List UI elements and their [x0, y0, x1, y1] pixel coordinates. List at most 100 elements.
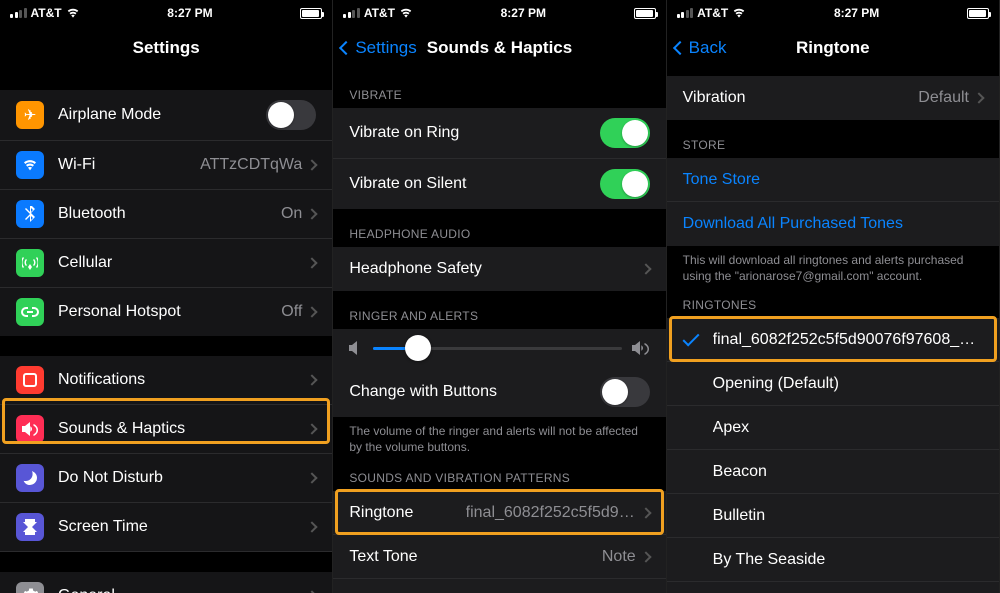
row-general[interactable]: General — [0, 572, 332, 593]
label: Wi-Fi — [58, 156, 200, 174]
row-download-all[interactable]: Download All Purchased Tones — [667, 202, 999, 246]
row-vibration[interactable]: Vibration Default — [667, 76, 999, 120]
value: On — [281, 205, 302, 223]
value: Off — [281, 303, 302, 321]
value: Note — [602, 548, 636, 566]
carrier-label: AT&T — [697, 6, 728, 20]
row-ringtone-option[interactable]: By The Seaside — [667, 538, 999, 582]
chevron-right-icon — [307, 374, 318, 385]
battery-icon — [634, 8, 656, 19]
row-ringtone-option[interactable]: Beacon — [667, 450, 999, 494]
chevron-right-icon — [640, 507, 651, 518]
chevron-right-icon — [307, 159, 318, 170]
time-label: 8:27 PM — [834, 6, 879, 20]
volume-low-icon — [349, 341, 363, 355]
label: Vibrate on Silent — [349, 175, 599, 193]
label: Screen Time — [58, 518, 308, 536]
row-ringtone-option[interactable]: Chimes — [667, 582, 999, 593]
navbar: Settings Sounds & Haptics — [333, 26, 665, 70]
row-new-voicemail[interactable]: New Voicemail Keys — [333, 579, 665, 593]
settings-list[interactable]: ✈︎ Airplane Mode Wi-Fi ATTzCDTqWa Blueto… — [0, 70, 332, 593]
label: Cellular — [58, 254, 308, 272]
row-text-tone[interactable]: Text Tone Note — [333, 535, 665, 579]
ringtones-group: final_6082f252c5f5d90076f97608_5… Opening… — [667, 318, 999, 593]
airplane-icon: ✈︎ — [16, 101, 44, 129]
row-notifications[interactable]: Notifications — [0, 356, 332, 405]
carrier-label: AT&T — [31, 6, 62, 20]
signal-icon — [343, 8, 360, 18]
row-cellular[interactable]: Cellular — [0, 239, 332, 288]
back-button[interactable]: Back — [675, 26, 727, 70]
chevron-right-icon — [307, 423, 318, 434]
row-ringtone-option[interactable]: Opening (Default) — [667, 362, 999, 406]
cellular-icon — [16, 249, 44, 277]
label: Sounds & Haptics — [58, 420, 308, 438]
row-headphone-safety[interactable]: Headphone Safety — [333, 247, 665, 291]
volume-slider[interactable] — [373, 347, 621, 350]
label: Vibrate on Ring — [349, 124, 599, 142]
signal-icon — [10, 8, 27, 18]
ringtone-name: Opening (Default) — [713, 375, 983, 393]
row-ringtone[interactable]: Ringtone final_6082f252c5f5d90076f97… — [333, 491, 665, 535]
row-personal-hotspot[interactable]: Personal Hotspot Off — [0, 288, 332, 336]
store-footer: This will download all ringtones and ale… — [667, 246, 999, 292]
bluetooth-icon — [16, 200, 44, 228]
label: Headphone Safety — [349, 260, 641, 278]
status-bar: AT&T 8:27 PM — [667, 0, 999, 26]
row-do-not-disturb[interactable]: Do Not Disturb — [0, 454, 332, 503]
row-ringtone-option[interactable]: final_6082f252c5f5d90076f97608_5… — [667, 318, 999, 362]
label: Change with Buttons — [349, 383, 599, 401]
row-tone-store[interactable]: Tone Store — [667, 158, 999, 202]
page-title: Sounds & Haptics — [427, 38, 572, 58]
row-change-with-buttons[interactable]: Change with Buttons — [333, 367, 665, 417]
chevron-right-icon — [307, 521, 318, 532]
label: Do Not Disturb — [58, 469, 308, 487]
row-ringtone-option[interactable]: Bulletin — [667, 494, 999, 538]
ringer-header: RINGER AND ALERTS — [333, 291, 665, 329]
checkmark-icon — [682, 329, 699, 346]
value: Default — [918, 89, 969, 107]
row-vibrate-on-silent[interactable]: Vibrate on Silent — [333, 159, 665, 209]
volume-high-icon — [632, 341, 650, 355]
vibrate-ring-toggle[interactable] — [600, 118, 650, 148]
store-header: STORE — [667, 120, 999, 158]
row-ringtone-option[interactable]: Apex — [667, 406, 999, 450]
row-sounds-haptics[interactable]: Sounds & Haptics — [0, 405, 332, 454]
row-airplane-mode[interactable]: ✈︎ Airplane Mode — [0, 90, 332, 141]
label: Text Tone — [349, 548, 602, 566]
status-bar: AT&T 8:27 PM — [333, 0, 665, 26]
phone-ringtone: AT&T 8:27 PM Back Ringtone Vibration Def… — [667, 0, 1000, 593]
chevron-right-icon — [307, 472, 318, 483]
chevron-right-icon — [973, 92, 984, 103]
label: Vibration — [683, 89, 919, 107]
ringtone-name: Bulletin — [713, 507, 983, 525]
ringtone-list[interactable]: Vibration Default STORE Tone Store Downl… — [667, 70, 999, 593]
change-buttons-toggle[interactable] — [600, 377, 650, 407]
back-label: Back — [689, 38, 727, 58]
phone-settings: AT&T 8:27 PM Settings ✈︎ Airplane Mode W… — [0, 0, 333, 593]
sounds-icon — [16, 415, 44, 443]
battery-icon — [300, 8, 322, 19]
ringtones-header: RINGTONES — [667, 292, 999, 318]
headphone-header: HEADPHONE AUDIO — [333, 209, 665, 247]
navbar: Back Ringtone — [667, 26, 999, 70]
value: final_6082f252c5f5d90076f97… — [466, 504, 636, 522]
page-title: Settings — [133, 38, 200, 58]
sounds-list[interactable]: VIBRATE Vibrate on Ring Vibrate on Silen… — [333, 70, 665, 593]
vibrate-silent-toggle[interactable] — [600, 169, 650, 199]
row-volume-slider[interactable] — [333, 329, 665, 367]
time-label: 8:27 PM — [501, 6, 546, 20]
label: Airplane Mode — [58, 106, 266, 124]
battery-icon — [967, 8, 989, 19]
row-screen-time[interactable]: Screen Time — [0, 503, 332, 552]
page-title: Ringtone — [796, 38, 870, 58]
airplane-toggle[interactable] — [266, 100, 316, 130]
row-vibrate-on-ring[interactable]: Vibrate on Ring — [333, 108, 665, 159]
row-wifi[interactable]: Wi-Fi ATTzCDTqWa — [0, 141, 332, 190]
label: Tone Store — [683, 171, 983, 189]
row-bluetooth[interactable]: Bluetooth On — [0, 190, 332, 239]
back-button[interactable]: Settings — [341, 26, 416, 70]
back-label: Settings — [355, 38, 416, 58]
ringtone-name: Beacon — [713, 463, 983, 481]
ringtone-name: final_6082f252c5f5d90076f97608_5… — [713, 331, 983, 349]
